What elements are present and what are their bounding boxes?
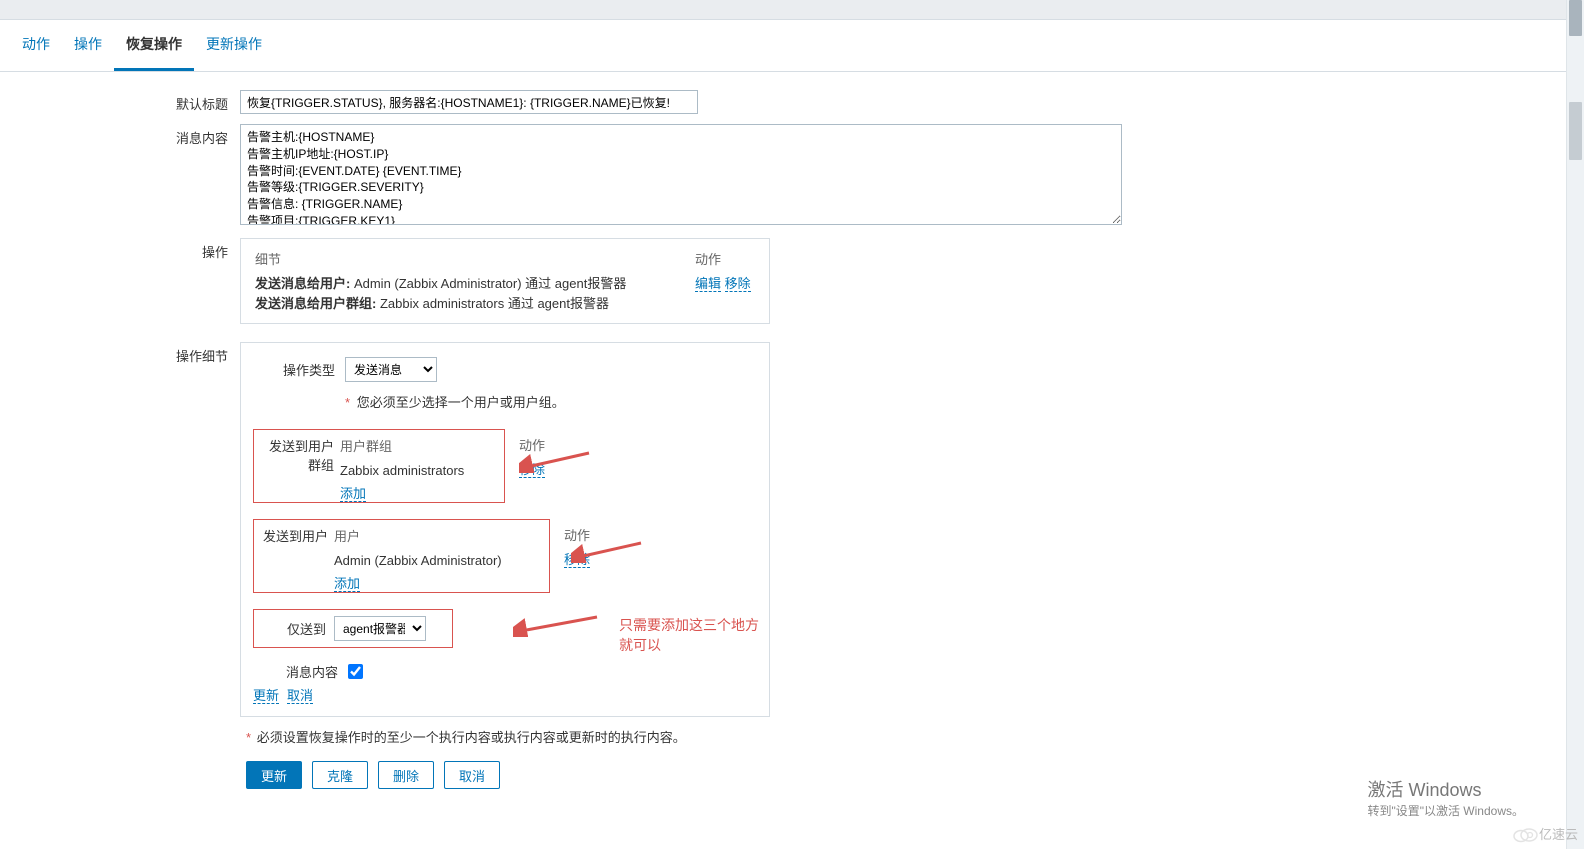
watermark-line1: 激活 Windows [1367, 776, 1524, 802]
required-asterisk-icon: * [246, 730, 251, 745]
footnote-text: 必须设置恢复操作时的至少一个执行内容或执行内容或更新时的执行内容。 [257, 730, 686, 745]
label-send-to-user: 发送到用户 [262, 526, 334, 586]
annotation-text: 只需要添加这三个地方就可以 [619, 615, 759, 655]
operation-type-select[interactable]: 发送消息 [345, 357, 437, 382]
tab-bar: 动作 操作 恢复操作 更新操作 [0, 20, 1584, 72]
ops-line1-label: 发送消息给用户: [255, 276, 350, 291]
label-operation-type: 操作类型 [253, 360, 345, 379]
watermark-line2: 转到"设置"以激活 Windows。 [1367, 802, 1524, 819]
brand-watermark-text: 亿速云 [1539, 824, 1578, 843]
tab-operation[interactable]: 操作 [62, 20, 114, 71]
ops-remove-link[interactable]: 移除 [725, 277, 751, 292]
col-action-2: 动作 [564, 525, 759, 544]
tab-recovery[interactable]: 恢复操作 [114, 20, 194, 71]
ops-line2-text: Zabbix administrators 通过 agent报警器 [376, 296, 609, 311]
user-value: Admin (Zabbix Administrator) [334, 553, 541, 568]
label-message-content: 消息内容 [8, 124, 240, 147]
delete-button[interactable]: 删除 [378, 761, 434, 789]
brand-watermark: 亿速云 [1511, 824, 1578, 843]
message-content-textarea[interactable] [240, 124, 1122, 225]
col-user: 用户 [334, 526, 541, 545]
operations-box: 细节 动作 发送消息给用户: Admin (Zabbix Administrat… [240, 238, 770, 324]
tab-action[interactable]: 动作 [10, 20, 62, 71]
form-area: 默认标题 消息内容 操作 细节 动作 发送消息给用户: Admin (Zabbi… [0, 72, 1584, 849]
user-group-value: Zabbix administrators [340, 463, 496, 478]
user-group-add-link[interactable]: 添加 [340, 487, 366, 502]
header-bar [0, 0, 1584, 20]
default-subject-input[interactable] [240, 90, 698, 114]
tab-update[interactable]: 更新操作 [194, 20, 274, 71]
message-content-checkbox[interactable] [348, 664, 363, 679]
user-remove-link[interactable]: 移除 [564, 553, 590, 568]
detail-update-link[interactable]: 更新 [253, 689, 279, 704]
label-operation-detail: 操作细节 [8, 342, 240, 365]
hint-text: 您必须至少选择一个用户或用户组。 [357, 395, 565, 410]
user-add-link[interactable]: 添加 [334, 577, 360, 592]
os-activation-watermark: 激活 Windows 转到"设置"以激活 Windows。 [1367, 776, 1524, 819]
ops-edit-link[interactable]: 编辑 [695, 277, 721, 292]
scrollbar-thumb[interactable] [1569, 0, 1582, 36]
col-user-group: 用户群组 [340, 436, 496, 455]
scrollbar-track[interactable] [1566, 0, 1584, 849]
user-group-remove-link[interactable]: 移除 [519, 463, 545, 478]
label-operations: 操作 [8, 238, 240, 261]
arrow-annotation-icon [513, 611, 601, 637]
ops-line1-text: Admin (Zabbix Administrator) 通过 agent报警器 [350, 276, 626, 291]
cancel-button[interactable]: 取消 [444, 761, 500, 789]
detail-cancel-link[interactable]: 取消 [287, 689, 313, 704]
ops-col-detail: 细节 [255, 249, 695, 268]
label-msg-content: 消息内容 [253, 662, 348, 681]
label-default-subject: 默认标题 [8, 90, 240, 113]
only-send-to-select[interactable]: agent报警器 [334, 616, 426, 641]
scrollbar-thumb[interactable] [1569, 102, 1582, 160]
cloud-icon [1511, 825, 1539, 843]
clone-button[interactable]: 克隆 [312, 761, 368, 789]
ops-col-action: 动作 [695, 249, 755, 268]
required-asterisk-icon: * [345, 395, 350, 410]
ops-line2-label: 发送消息给用户群组: [255, 296, 376, 311]
update-button[interactable]: 更新 [246, 761, 302, 789]
label-send-to-user-group: 发送到用户群组 [262, 436, 340, 496]
operation-detail-box: 操作类型 发送消息 * 您必须至少选择一个用户或用户组。 发送到用户群组 用户群… [240, 342, 770, 717]
col-action-1: 动作 [519, 435, 759, 454]
label-only-send-to: 仅送到 [262, 619, 334, 638]
